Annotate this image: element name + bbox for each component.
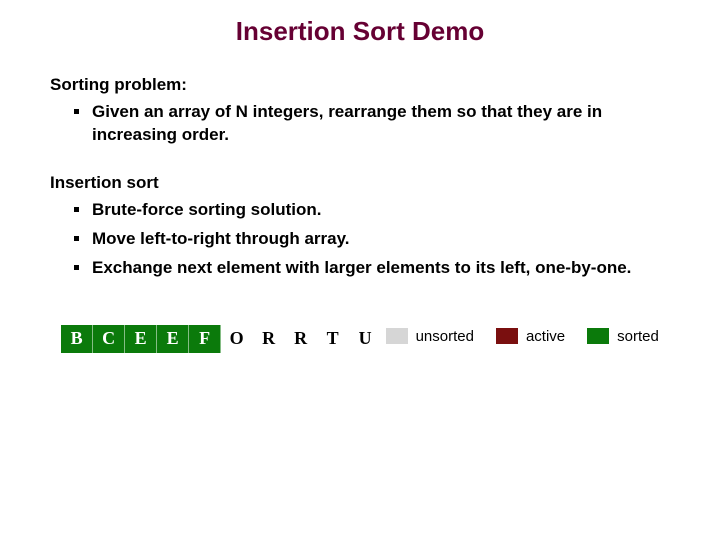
array-visualization: BCEEFORRTU unsorted active sorted <box>50 306 670 353</box>
swatch-active <box>496 328 518 344</box>
section1-label: Sorting problem: <box>50 75 670 95</box>
slide: Insertion Sort Demo Sorting problem: Giv… <box>0 0 720 540</box>
array-cell: R <box>285 325 317 353</box>
legend-active-label: active <box>526 328 565 345</box>
array-cells: BCEEFORRTU <box>61 325 381 353</box>
array-cell: C <box>93 325 125 353</box>
bullet-item: Move left-to-right through array. <box>76 228 670 251</box>
array-cell: F <box>189 325 221 353</box>
swatch-unsorted <box>386 328 408 344</box>
section2-label: Insertion sort <box>50 173 670 193</box>
array-cell: U <box>349 325 381 353</box>
array-cell: E <box>125 325 157 353</box>
bullet-item: Exchange next element with larger elemen… <box>76 257 670 280</box>
bullet-item: Given an array of N integers, rearrange … <box>76 101 670 147</box>
array-cell: T <box>317 325 349 353</box>
array-cell: R <box>253 325 285 353</box>
section2-bullets: Brute-force sorting solution. Move left-… <box>50 199 670 280</box>
section1-bullets: Given an array of N integers, rearrange … <box>50 101 670 147</box>
legend-sorted-label: sorted <box>617 328 659 345</box>
swatch-sorted <box>587 328 609 344</box>
array-cell: E <box>157 325 189 353</box>
array-cell: B <box>61 325 93 353</box>
legend-active: active <box>496 328 565 345</box>
legend-unsorted-label: unsorted <box>416 328 474 345</box>
array-cell: O <box>221 325 253 353</box>
legend: unsorted active sorted <box>386 328 659 345</box>
bullet-item: Brute-force sorting solution. <box>76 199 670 222</box>
legend-sorted: sorted <box>587 328 659 345</box>
page-title: Insertion Sort Demo <box>50 16 670 47</box>
legend-unsorted: unsorted <box>386 328 474 345</box>
